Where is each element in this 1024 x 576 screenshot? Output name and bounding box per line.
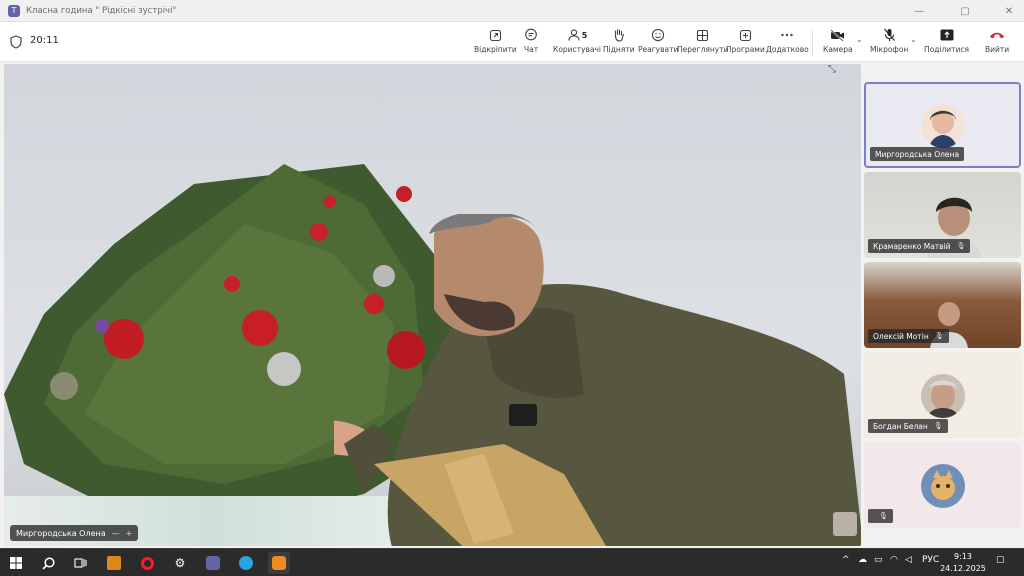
raise-hand-button[interactable]: Підняти (603, 26, 635, 58)
cloud-sync-icon[interactable]: ☁ (858, 555, 867, 565)
opera-browser-icon[interactable] (136, 552, 158, 574)
react-label: Реагувати (638, 45, 679, 54)
people-button[interactable]: 5 Користувачі (553, 26, 601, 58)
participant-name: Крамаренко Матвій (873, 241, 951, 251)
leave-icon (989, 26, 1005, 44)
screen-recorder-icon[interactable] (268, 552, 290, 574)
chat-icon (524, 26, 538, 44)
unpin-icon (489, 26, 502, 44)
wifi-icon[interactable]: ◠ (890, 555, 898, 565)
fullscreen-toggle-icon[interactable]: ⤡ (828, 64, 836, 75)
input-language[interactable]: РУС (922, 555, 939, 565)
file-explorer-icon[interactable] (103, 552, 125, 574)
mic-off-icon (883, 26, 896, 44)
search-icon[interactable] (37, 552, 59, 574)
window-title-bar: T Класна година " Рідкісні зустрічі" — ▢… (0, 0, 1024, 22)
mic-options-chevron-icon[interactable]: ⌄ (910, 35, 917, 44)
settings-gear-icon[interactable]: ⚙ (169, 552, 191, 574)
self-view-thumbnail[interactable] (833, 512, 857, 536)
restore-button[interactable]: ▢ (950, 0, 980, 22)
participant-tile-5[interactable]: 🎙 (864, 442, 1021, 528)
more-label: Додатково (766, 45, 809, 54)
share-button[interactable]: Поділитися (924, 26, 969, 58)
volume-icon[interactable]: ◁ (905, 555, 912, 565)
apps-button[interactable]: Програми (726, 26, 765, 58)
mic-button[interactable]: Мікрофон (870, 26, 908, 58)
task-view-icon[interactable] (69, 552, 91, 574)
participant-tile-2[interactable]: Крамаренко Матвій 🎙 (864, 172, 1021, 258)
zoom-out-button[interactable]: — (112, 529, 120, 538)
avatar (921, 374, 965, 418)
shield-icon (10, 35, 22, 49)
more-icon (780, 26, 794, 44)
participant-gallery: Миргородська Олена Крамаренко Матвій 🎙 О… (863, 64, 1024, 546)
view-label: Переглянути (677, 45, 729, 54)
stage-speaker-name: Миргородська Олена (16, 528, 106, 538)
participant-count: 5 (581, 30, 588, 40)
chat-button[interactable]: Чат (524, 26, 538, 58)
view-icon (696, 26, 709, 44)
participant-name-tag: 🎙 (868, 509, 893, 523)
mic-label: Мікрофон (870, 45, 909, 54)
participant-tile-3[interactable]: Олексій Мотін 🎙 (864, 262, 1021, 348)
react-button[interactable]: Реагувати (638, 26, 678, 58)
telegram-icon[interactable] (235, 552, 257, 574)
share-icon (940, 26, 954, 44)
participant-name-tag: Олексій Мотін 🎙 (868, 329, 949, 343)
windows-taskbar: ⚙ ^ ☁ ▭ ◠ ◁ РУС 9:13 24.12.2025 ▢ (0, 548, 1024, 576)
window-title: Класна година " Рідкісні зустрічі" (26, 5, 177, 16)
close-window-button[interactable]: ✕ (994, 0, 1024, 22)
participant-name: Олексій Мотін (873, 331, 929, 341)
unpin-button[interactable]: Відкріпити (474, 26, 517, 58)
apps-icon (739, 26, 752, 44)
battery-icon[interactable]: ▭ (874, 555, 883, 565)
taskbar-clock[interactable]: 9:13 24.12.2025 (940, 551, 986, 575)
camera-label: Камера (823, 45, 853, 54)
camera-off-icon (830, 26, 845, 44)
taskbar-date: 24.12.2025 (940, 564, 986, 573)
participant-name-tag: Миргородська Олена (870, 147, 965, 161)
leave-label: Вийти (985, 45, 1010, 54)
raise-hand-label: Підняти (603, 45, 635, 54)
teams-taskbar-icon[interactable] (202, 552, 224, 574)
react-icon (651, 26, 665, 44)
raise-hand-icon (612, 26, 625, 44)
share-label: Поділитися (924, 45, 970, 54)
chat-label: Чат (524, 45, 539, 54)
leave-button[interactable]: Вийти (985, 26, 1009, 58)
participant-name: Миргородська Олена (875, 149, 960, 159)
camera-button[interactable]: Камера (823, 26, 853, 58)
main-video-stage: Миргородська Олена — + ⤡ (4, 64, 861, 546)
notifications-icon[interactable]: ▢ (996, 555, 1005, 565)
toolbar-divider (812, 30, 813, 56)
zoom-in-button[interactable]: + (126, 529, 133, 538)
meeting-toolbar: 20:11 Відкріпити Чат 5 Користувачі Підня… (0, 22, 1024, 62)
participant-tile-4[interactable]: Богдан Белан 🎙 (864, 352, 1021, 438)
avatar (921, 464, 965, 508)
teams-app-icon: T (8, 4, 20, 17)
camera-options-chevron-icon[interactable]: ⌄ (856, 35, 863, 44)
tray-expand-chevron-icon[interactable]: ^ (842, 555, 850, 565)
meeting-timer: 20:11 (30, 35, 59, 46)
mic-muted-icon: 🎙 (879, 512, 888, 520)
participant-tile-1[interactable]: Миргородська Олена (864, 82, 1021, 168)
windows-start-icon[interactable] (5, 552, 27, 574)
taskbar-time: 9:13 (954, 552, 972, 561)
participant-name: Богдан Белан (873, 421, 928, 431)
speaker-video-image (334, 214, 861, 546)
participant-name-tag: Крамаренко Матвій 🎙 (868, 239, 971, 253)
unpin-label: Відкріпити (474, 45, 517, 54)
mic-muted-icon: 🎙 (933, 422, 943, 430)
more-button[interactable]: Додатково (766, 26, 809, 58)
stage-name-label: Миргородська Олена — + (10, 525, 139, 541)
people-icon: 5 (567, 26, 588, 44)
minimize-button[interactable]: — (904, 0, 934, 22)
participant-name-tag: Богдан Белан 🎙 (868, 419, 948, 433)
avatar (921, 104, 965, 148)
people-label: Користувачі (553, 45, 602, 54)
apps-label: Програми (726, 45, 765, 54)
mic-muted-icon: 🎙 (956, 242, 966, 250)
view-button[interactable]: Переглянути (677, 26, 728, 58)
mic-muted-icon: 🎙 (934, 332, 944, 340)
